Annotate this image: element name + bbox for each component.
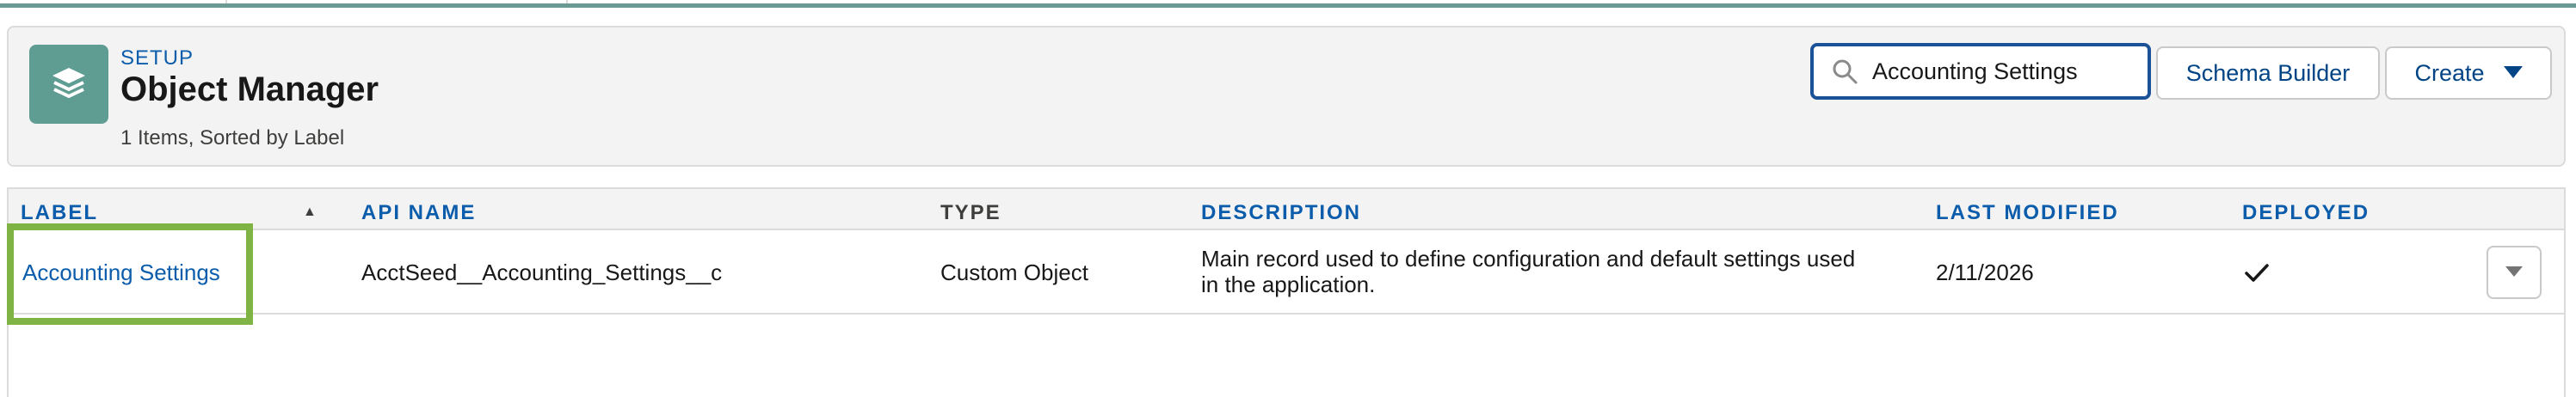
create-label: Create	[2414, 59, 2485, 86]
search-input[interactable]	[1872, 58, 2130, 85]
caret-down-icon	[2503, 66, 2523, 78]
item-count: 1 Items, Sorted by Label	[120, 126, 345, 150]
highlight-box	[7, 223, 253, 325]
description-line: Main record used to define configuration…	[1201, 246, 1856, 272]
page-title: Object Manager	[120, 70, 379, 108]
objects-table: LABEL ▲ API NAME TYPE DESCRIPTION LAST M…	[7, 187, 2566, 397]
column-header-type[interactable]: TYPE	[940, 201, 1001, 225]
last-modified-cell: 2/11/2026	[1936, 260, 2034, 285]
checkmark-icon	[2245, 264, 2269, 282]
breadcrumb-setup[interactable]: SETUP	[120, 46, 194, 70]
column-header-description[interactable]: DESCRIPTION	[1201, 201, 1361, 225]
column-header-label[interactable]: LABEL	[21, 201, 98, 225]
column-header-deployed[interactable]: DEPLOYED	[2242, 201, 2370, 225]
accent-line	[0, 3, 2576, 8]
description-line: in the application.	[1201, 272, 1376, 297]
page-header: SETUP Object Manager 1 Items, Sorted by …	[7, 26, 2566, 167]
search-field[interactable]	[1810, 43, 2151, 100]
row-actions-button[interactable]	[2487, 246, 2542, 299]
type-cell: Custom Object	[940, 260, 1088, 285]
table-header: LABEL ▲ API NAME TYPE DESCRIPTION LAST M…	[9, 189, 2564, 230]
column-header-api-name[interactable]: API NAME	[361, 201, 476, 225]
caret-down-icon	[2505, 266, 2523, 277]
schema-builder-button[interactable]: Schema Builder	[2156, 46, 2380, 100]
search-icon	[1833, 59, 1858, 84]
description-cell: Main record used to define configuration…	[1201, 246, 1855, 297]
api-name-cell: AcctSeed__Accounting_Settings__c	[361, 260, 723, 285]
create-button[interactable]: Create	[2385, 46, 2552, 100]
table-row: Accounting Settings AcctSeed__Accounting…	[9, 232, 2564, 315]
sort-ascending-icon[interactable]: ▲	[303, 205, 317, 220]
layers-icon	[29, 45, 108, 124]
column-header-last-modified[interactable]: LAST MODIFIED	[1936, 201, 2119, 225]
schema-builder-label: Schema Builder	[2185, 59, 2351, 86]
